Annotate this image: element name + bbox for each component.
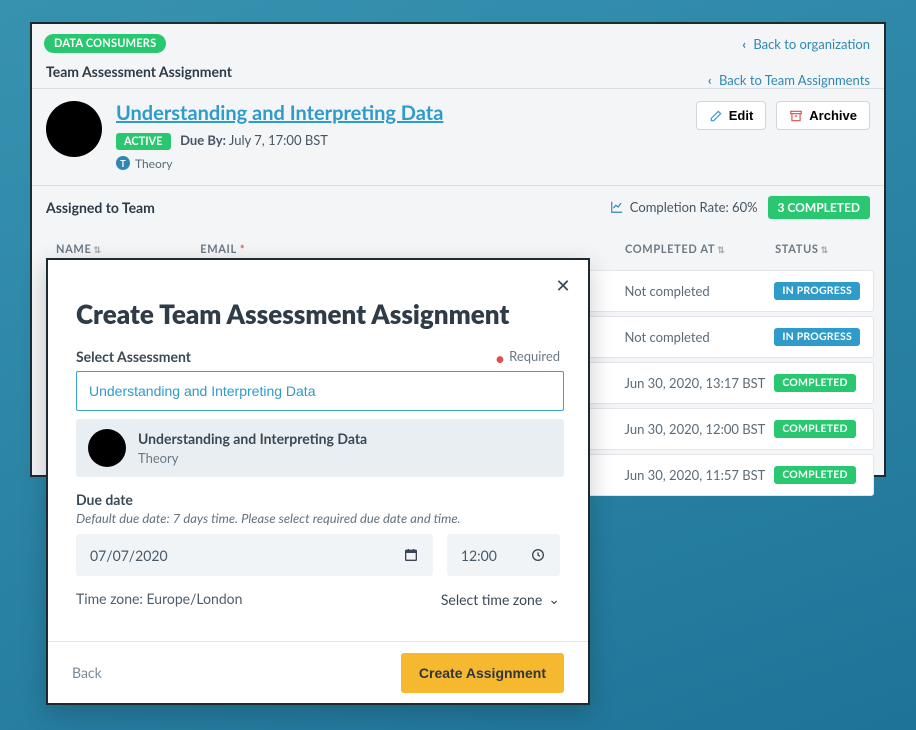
status-active-badge: ACTIVE [116, 133, 171, 150]
completion-rate: Completion Rate: 60% [610, 199, 758, 215]
assessment-title-link[interactable]: Understanding and Interpreting Data [116, 101, 443, 125]
sort-icon: ⇅ [717, 244, 725, 255]
col-status-header[interactable]: STATUS⇅ [775, 243, 864, 256]
brain-icon [88, 429, 126, 467]
chevron-down-icon: ⌄ [548, 590, 560, 608]
assigned-title: Assigned to Team [46, 199, 155, 216]
completed-count-badge: 3 COMPLETED [768, 196, 870, 219]
data-consumers-badge: DATA CONSUMERS [44, 34, 166, 53]
due-by: Due By: July 7, 17:00 BST [180, 132, 328, 148]
assessment-option-title: Understanding and Interpreting Data [138, 430, 367, 447]
archive-icon [789, 109, 803, 123]
sort-icon: ⇅ [93, 244, 101, 255]
select-timezone-label: Select time zone [441, 591, 542, 608]
assessment-header: Understanding and Interpreting Data ACTI… [32, 89, 884, 185]
back-button[interactable]: Back [72, 664, 102, 681]
assessment-option[interactable]: Understanding and Interpreting Data Theo… [76, 419, 564, 477]
edit-button[interactable]: Edit [696, 101, 767, 130]
due-time-input[interactable]: 12:00 [447, 534, 560, 576]
select-assessment-label: Select Assessment [76, 348, 191, 365]
completion-rate-label: Completion Rate: 60% [630, 199, 758, 215]
archive-label: Archive [809, 108, 857, 123]
assessment-option-subtitle: Theory [138, 450, 367, 466]
assessment-category: Theory [135, 156, 172, 171]
completed-at-cell: Jun 30, 2020, 11:57 BST [625, 467, 775, 483]
create-assignment-button[interactable]: Create Assignment [401, 653, 564, 693]
clock-icon [530, 547, 546, 563]
chevron-left-icon: ‹ [708, 72, 712, 88]
status-badge: COMPLETED [774, 374, 855, 392]
create-assignment-modal: ✕ Create Team Assessment Assignment Sele… [46, 258, 590, 705]
assigned-to-team-bar: Assigned to Team Completion Rate: 60% 3 … [32, 186, 884, 229]
modal-title: Create Team Assessment Assignment [48, 260, 588, 330]
brain-icon [46, 101, 102, 157]
select-timezone-dropdown[interactable]: Select time zone ⌄ [441, 590, 560, 608]
close-button[interactable]: ✕ [552, 274, 574, 296]
completed-at-cell: Jun 30, 2020, 13:17 BST [625, 375, 775, 391]
archive-button[interactable]: Archive [776, 101, 870, 130]
due-date-input[interactable]: 07/07/2020 [76, 534, 433, 576]
due-date-value: 07/07/2020 [90, 547, 168, 564]
col-name-header[interactable]: NAME⇅ [56, 243, 200, 256]
status-badge: IN PROGRESS [774, 328, 860, 346]
sort-icon: ⇅ [821, 244, 829, 255]
due-time-value: 12:00 [461, 547, 497, 564]
back-to-team-assignments-link[interactable]: ‹ Back to Team Assignments [708, 72, 870, 88]
calendar-icon [403, 547, 419, 563]
modal-footer: Back Create Assignment [48, 641, 588, 703]
back-team-label: Back to Team Assignments [719, 72, 870, 88]
required-dot-icon: • [495, 347, 505, 369]
due-by-label: Due By: [180, 132, 226, 148]
timezone-label: Time zone: Europe/London [76, 590, 242, 608]
back-org-label: Back to organization [753, 36, 870, 52]
close-icon: ✕ [555, 274, 570, 297]
chevron-left-icon: ‹ [742, 36, 746, 52]
edit-icon [709, 109, 723, 123]
required-dot-icon: * [240, 243, 245, 256]
completed-at-cell: Not completed [625, 329, 775, 345]
back-to-organization-link[interactable]: ‹ Back to organization [742, 36, 870, 52]
status-badge: COMPLETED [774, 466, 855, 484]
required-indicator: •Required [495, 348, 560, 365]
due-date-help: Default due date: 7 days time. Please se… [48, 508, 588, 534]
theory-icon: T [116, 156, 130, 170]
col-completed-at-header[interactable]: COMPLETED AT⇅ [625, 243, 775, 256]
assessment-search-input[interactable] [76, 371, 564, 411]
completed-at-cell: Not completed [625, 283, 775, 299]
status-badge: COMPLETED [774, 420, 855, 438]
chart-line-icon [610, 200, 624, 214]
status-badge: IN PROGRESS [774, 282, 860, 300]
due-by-value: July 7, 17:00 BST [229, 132, 328, 148]
col-email-header[interactable]: EMAIL * [200, 243, 625, 256]
edit-label: Edit [729, 108, 754, 123]
due-date-label: Due date [48, 477, 588, 508]
completed-at-cell: Jun 30, 2020, 12:00 BST [625, 421, 775, 437]
